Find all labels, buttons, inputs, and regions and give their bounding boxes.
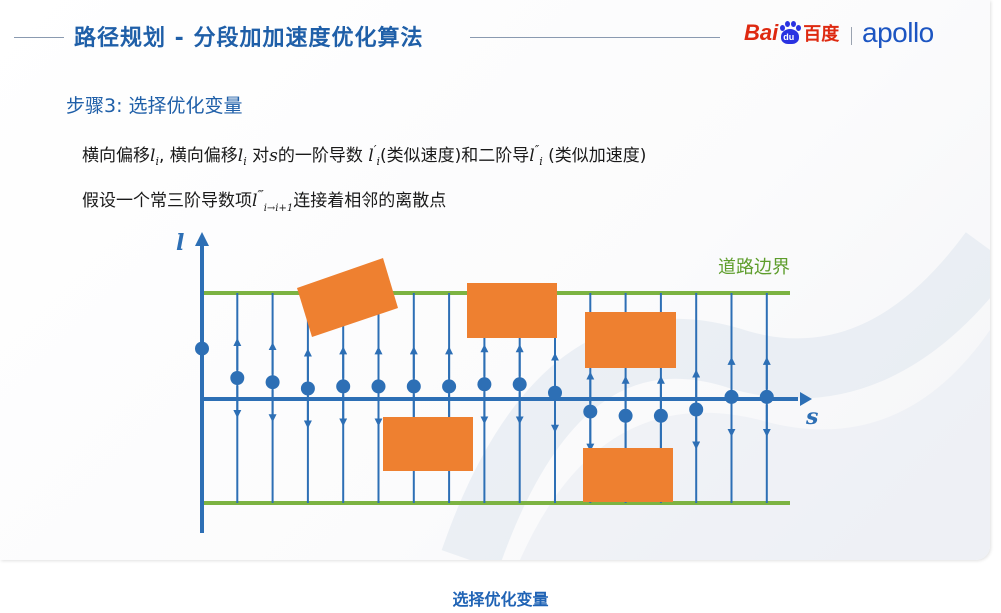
- discrete-point: [724, 389, 739, 404]
- discrete-point: [512, 377, 527, 392]
- obstacle: [467, 283, 557, 338]
- discrete-point: [195, 341, 209, 356]
- slide: 路径规划 - 分段加加速度优化算法 Bai du 百度 apollo 步骤3: …: [0, 0, 990, 560]
- figure-caption: 选择优化变量: [452, 590, 549, 609]
- discrete-point: [265, 375, 280, 390]
- discrete-point: [477, 377, 492, 392]
- discrete-point: [371, 379, 386, 394]
- discrete-point: [618, 408, 633, 423]
- discrete-point: [759, 389, 774, 404]
- discrete-point: [230, 371, 245, 385]
- obstacle: [583, 448, 673, 502]
- discrete-point: [583, 404, 598, 419]
- discrete-point: [653, 408, 668, 423]
- discrete-point: [300, 381, 315, 396]
- discrete-point: [442, 379, 457, 394]
- obstacle: [383, 417, 473, 471]
- l-axis-arrow: [195, 232, 209, 246]
- discrete-point: [406, 379, 421, 394]
- discrete-point: [336, 379, 351, 394]
- road-boundary-label: 道路边界: [718, 257, 790, 278]
- axis-s-label: s: [805, 404, 818, 430]
- discrete-point: [689, 402, 704, 417]
- path-diagram: l s 道路边界: [176, 230, 818, 533]
- obstacle: [297, 258, 398, 337]
- obstacle: [585, 312, 676, 368]
- axis-l-label: l: [176, 230, 184, 256]
- discrete-point: [548, 385, 562, 400]
